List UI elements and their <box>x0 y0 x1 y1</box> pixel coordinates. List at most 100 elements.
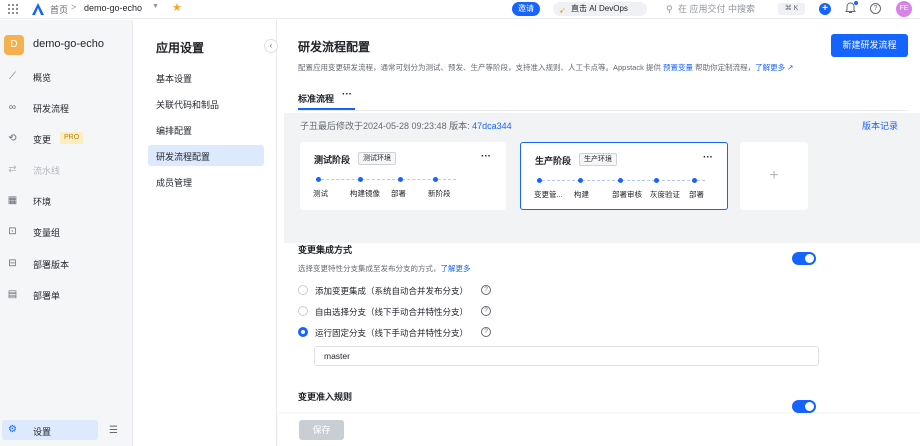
sidebar-item-change[interactable]: ⟲ 变更 PRO <box>0 128 133 150</box>
collapse-sidebar-icon[interactable]: ☰ <box>109 425 118 436</box>
breadcrumb-app[interactable]: demo-go-echo <box>84 3 142 13</box>
variable-icon: ⊡ <box>8 226 17 237</box>
radio-button[interactable] <box>298 327 308 337</box>
external-link-icon[interactable]: ↗ <box>787 63 793 72</box>
sidebar-item-deploy-version[interactable]: ⊟ 部署版本 <box>0 253 133 275</box>
subnav-item-orchestration[interactable]: 编排配置 <box>148 119 264 140</box>
version-link[interactable]: 47dca344 <box>472 121 512 131</box>
step-label: 测试 <box>313 189 328 198</box>
sidebar-item-dev-flow[interactable]: ∞ 研发流程 <box>0 97 133 119</box>
environment-tag: 生产环境 <box>579 153 617 166</box>
radio-label: 运行固定分支（线下手动合并特性分支） <box>315 328 469 338</box>
radio-button[interactable] <box>298 285 308 295</box>
step-dot <box>358 177 363 182</box>
pipeline-icon: ⇄ <box>8 164 17 175</box>
admission-title: 变更准入规则 <box>298 392 353 402</box>
integration-description: 选择变更特性分支集成至发布分支的方式，了解更多 <box>298 263 471 274</box>
grid-icon: ▦ <box>7 195 18 206</box>
chevron-left-icon[interactable]: ‹ <box>264 39 278 53</box>
subnav-item-code[interactable]: 关联代码和制品 <box>148 93 264 114</box>
invite-button[interactable]: 邀请 <box>512 2 540 16</box>
more-icon[interactable]: ··· <box>703 152 713 163</box>
star-icon[interactable]: ★ <box>172 1 182 14</box>
document-icon: ▤ <box>7 289 18 300</box>
step-label: 构建 <box>574 190 589 199</box>
sidebar-item-label: 研发流程 <box>33 104 70 114</box>
step-label: 部署 <box>689 190 704 199</box>
tab-divider <box>298 110 908 111</box>
branch-input[interactable]: master <box>314 346 819 366</box>
subnav-item-members[interactable]: 成员管理 <box>148 171 264 192</box>
page-description: 配置应用变更研发流程，通常可划分为测试、预发、生产等阶段，支持准入规则、人工卡点… <box>298 62 794 73</box>
help-icon[interactable]: ? <box>481 306 491 316</box>
tab-standard-flow[interactable]: 标准流程 <box>298 92 334 105</box>
version-history-link[interactable]: 版本记录 <box>862 119 898 132</box>
radio-label: 添加变更集成（系统自动合并发布分支） <box>315 286 469 296</box>
step-label: 变更管... <box>534 190 563 199</box>
sidebar-item-pipeline: ⇄ 流水线 <box>0 159 133 181</box>
subnav-item-basic[interactable]: 基本设置 <box>148 67 264 88</box>
logo-icon[interactable] <box>32 3 44 15</box>
main-content: 研发流程配置 配置应用变更研发流程，通常可划分为测试、预发、生产等阶段，支持准入… <box>278 20 920 446</box>
stage-card-production[interactable]: 生产阶段 生产环境 ··· 变更管... 构建 部署审核 灰度验证 部署 <box>520 142 728 210</box>
stage-card-test[interactable]: 测试阶段 测试环境 ··· 测试 构建镜像 部署 新阶段 <box>300 142 506 210</box>
ai-devops-button[interactable]: ➹ 直击 AI DevOps <box>553 2 647 16</box>
sidebar-item-label: 部署单 <box>33 291 61 301</box>
package-icon: ⊟ <box>8 258 17 269</box>
flow-panel: 子丑最后修改于2024-05-28 09:23:48 版本: 47dca344 … <box>284 113 920 243</box>
breadcrumb-home[interactable]: 首页 <box>50 3 68 16</box>
sidebar-item-settings[interactable]: ⚙ 设置 <box>2 420 98 440</box>
integration-toggle[interactable] <box>792 252 816 265</box>
more-icon[interactable]: ··· <box>481 151 491 162</box>
infinity-icon: ∞ <box>8 102 17 113</box>
subnav-item-label: 成员管理 <box>156 178 193 188</box>
sidebar-app-name[interactable]: demo-go-echo <box>33 38 104 50</box>
add-stage-button[interactable]: + <box>740 142 808 210</box>
radio-button[interactable] <box>298 306 308 316</box>
environment-tag: 测试环境 <box>358 152 396 165</box>
description-text: 配置应用变更研发流程，通常可划分为测试、预发、生产等阶段，支持准入规则、人工卡点… <box>298 63 664 72</box>
app-grid-icon[interactable] <box>8 4 18 14</box>
step-label: 部署 <box>391 189 406 198</box>
chart-line-icon: ⟋ <box>9 71 16 82</box>
sidebar-item-label: 概览 <box>33 73 52 83</box>
subnav-title: 应用设置 <box>156 41 205 55</box>
help-icon[interactable]: ? <box>481 285 491 295</box>
help-icon[interactable]: ? <box>481 327 491 337</box>
description-text-2: 帮助你定制流程， <box>693 63 756 72</box>
chevron-down-icon[interactable]: ▼ <box>152 3 159 10</box>
preset-variables-link[interactable]: 预置变量 <box>663 63 693 72</box>
step-dot <box>316 177 321 182</box>
integration-title: 变更集成方式 <box>298 245 353 255</box>
sidebar-item-label: 部署版本 <box>33 260 70 270</box>
sidebar-item-deploy-order[interactable]: ▤ 部署单 <box>0 284 133 306</box>
step-label: 部署审核 <box>612 190 642 199</box>
settings-subnav: 应用设置 ‹ 基本设置 关联代码和制品 编排配置 研发流程配置 成员管理 <box>134 20 278 446</box>
tab-more-icon[interactable]: ··· <box>342 89 352 100</box>
stage-name: 测试阶段 <box>314 155 351 165</box>
step-dot <box>618 178 623 183</box>
integration-desc-text: 选择变更特性分支集成至发布分支的方式， <box>298 264 441 273</box>
subnav-item-dev-flow[interactable]: 研发流程配置 <box>148 145 264 166</box>
integration-learn-more-link[interactable]: 了解更多 <box>441 264 471 273</box>
learn-more-link[interactable]: 了解更多 <box>755 63 785 72</box>
save-button[interactable]: 保存 <box>299 420 344 440</box>
sidebar-item-label: 变量组 <box>33 228 61 238</box>
add-icon[interactable]: + <box>819 3 831 15</box>
subnav-item-label: 研发流程配置 <box>156 152 211 162</box>
sidebar-item-overview[interactable]: ⟋ 概览 <box>0 66 133 88</box>
step-dot <box>578 178 583 183</box>
subnav-item-label: 基本设置 <box>156 74 193 84</box>
sidebar-item-environment[interactable]: ▦ 环境 <box>0 190 133 212</box>
step-dot <box>433 177 438 182</box>
gear-icon: ⚙ <box>8 424 17 435</box>
stage-name: 生产阶段 <box>535 156 572 166</box>
admission-toggle[interactable] <box>792 400 816 413</box>
subnav-item-label: 关联代码和制品 <box>156 100 220 110</box>
avatar[interactable]: FE <box>896 1 912 17</box>
step-label: 灰度验证 <box>650 190 680 199</box>
sidebar-item-variables[interactable]: ⊡ 变量组 <box>0 221 133 243</box>
search-input[interactable]: ⚲ 在 应用交付 中搜索 <box>664 1 768 17</box>
new-flow-button[interactable]: 新建研发流程 <box>831 34 908 57</box>
help-icon[interactable]: ? <box>870 3 881 14</box>
